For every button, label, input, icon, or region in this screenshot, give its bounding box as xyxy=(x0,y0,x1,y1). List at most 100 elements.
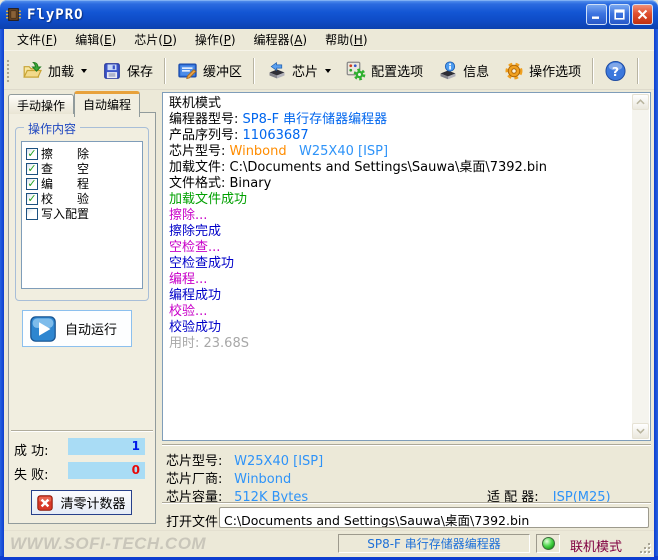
dropdown-caret-icon[interactable] xyxy=(81,69,87,73)
toolbar-button-label: 缓冲区 xyxy=(203,61,242,80)
groupbox-caption: 操作内容 xyxy=(24,120,80,137)
log-line: 校验... xyxy=(169,304,625,320)
log-line: 编程器型号: SP8-F 串行存储器编程器 xyxy=(169,112,625,128)
log-line: 空检查... xyxy=(169,240,625,256)
toolbar-button-label: 保存 xyxy=(127,61,153,80)
menu-item-edit[interactable]: 编辑(E) xyxy=(66,29,125,50)
log-line: 校验成功 xyxy=(169,320,625,336)
toolbar-button-info[interactable]: 信息 xyxy=(430,55,496,87)
scroll-up-icon[interactable] xyxy=(632,94,649,110)
auto-run-label: 自动运行 xyxy=(65,319,117,338)
success-label: 成 功: xyxy=(14,440,49,459)
app-chip-icon xyxy=(5,6,22,23)
toolbar-button-load[interactable]: 加载 xyxy=(15,55,94,87)
menu-bar: 文件(F)编辑(E)芯片(D)操作(P)编程器(A)帮助(H) xyxy=(4,29,654,51)
dropdown-caret-icon[interactable] xyxy=(325,69,331,73)
toolbar-button-label: 加载 xyxy=(48,61,74,80)
open-file-field[interactable]: C:\Documents and Settings\Sauwa\桌面\7392.… xyxy=(219,507,649,528)
checkbox-checked-icon[interactable]: ✓ xyxy=(26,163,38,175)
toolbar-button-config-options[interactable]: 配置选项 xyxy=(338,55,430,87)
chip-vendor-label: 芯片厂商: xyxy=(166,468,230,487)
log-line: 用时: 23.68S xyxy=(169,336,625,352)
menu-item-programmer[interactable]: 编程器(A) xyxy=(245,29,317,50)
help-icon: ? xyxy=(605,60,626,81)
chip-vendor-row: 芯片厂商: Winbond xyxy=(166,468,291,487)
log-line: 擦除完成 xyxy=(169,224,625,240)
operation-item-program[interactable]: ✓编 程 xyxy=(26,176,138,191)
floppy-icon xyxy=(101,60,122,81)
toolbar-button-help[interactable]: ? xyxy=(598,55,633,87)
chip-model-row: 芯片型号: W25X40 [ISP] xyxy=(166,450,323,469)
menu-item-chip[interactable]: 芯片(D) xyxy=(125,29,186,50)
log-line: 联机模式 xyxy=(169,96,625,112)
log-line: 文件格式: Binary xyxy=(169,176,625,192)
toolbar-separator xyxy=(164,58,166,84)
menu-item-file[interactable]: 文件(F) xyxy=(8,29,66,50)
toolbar-button-save[interactable]: 保存 xyxy=(94,55,160,87)
resize-grip[interactable] xyxy=(638,541,650,553)
log-scrollbar[interactable] xyxy=(632,94,649,439)
toolbar-separator xyxy=(592,58,594,84)
log-line: 编程... xyxy=(169,272,625,288)
success-count-field: 1 xyxy=(68,438,145,455)
toolbar-separator xyxy=(253,58,255,84)
operation-content-groupbox: 操作内容 ✓擦 除✓查 空✓编 程✓校 验写入配置 xyxy=(15,127,149,301)
buffer-icon xyxy=(177,60,198,81)
tab-auto-programming[interactable]: 自动编程 xyxy=(74,91,140,117)
svg-text:?: ? xyxy=(612,63,619,78)
scroll-down-icon[interactable] xyxy=(632,423,649,439)
programmer-status-text: SP8-F 串行存储器编程器 xyxy=(367,535,501,552)
clear-counter-button[interactable]: 清零计数器 xyxy=(31,490,132,515)
toolbar-button-label: 芯片 xyxy=(292,61,318,80)
log-line: 擦除... xyxy=(169,208,625,224)
tab-manual-operation[interactable]: 手动操作 xyxy=(8,94,74,114)
toolbar-button-buffer[interactable]: 缓冲区 xyxy=(170,55,249,87)
operation-item-write-config[interactable]: 写入配置 xyxy=(26,206,138,221)
toolbar-button-label: 配置选项 xyxy=(371,61,423,80)
connection-led-box xyxy=(536,534,560,553)
connection-mode-text: 联机模式 xyxy=(570,536,622,555)
checkbox-checked-icon[interactable]: ✓ xyxy=(26,193,38,205)
log-line: 产品序列号: 11063687 xyxy=(169,128,625,144)
chip-info-icon xyxy=(437,60,458,81)
log-line: 加载文件成功 xyxy=(169,192,625,208)
chip-model-label: 芯片型号: xyxy=(166,450,230,469)
auto-run-button[interactable]: 自动运行 xyxy=(22,310,132,347)
green-led-icon xyxy=(542,537,555,550)
close-icon[interactable] xyxy=(632,4,653,25)
toolbar-button-chip[interactable]: 芯片 xyxy=(259,55,338,87)
maximize-button[interactable] xyxy=(609,4,630,25)
toolbar-button-label: 操作选项 xyxy=(529,61,581,80)
checkbox-checked-icon[interactable]: ✓ xyxy=(26,148,38,160)
menu-item-operation[interactable]: 操作(P) xyxy=(186,29,245,50)
operation-item-erase[interactable]: ✓擦 除 xyxy=(26,146,138,161)
window-frame-right xyxy=(654,29,658,556)
log-line: 编程成功 xyxy=(169,288,625,304)
log-line: 加载文件: C:\Documents and Settings\Sauwa\桌面… xyxy=(169,160,625,176)
divider xyxy=(162,502,651,504)
operation-checkbox-list: ✓擦 除✓查 空✓编 程✓校 验写入配置 xyxy=(21,141,143,289)
log-line: 空检查成功 xyxy=(169,256,625,272)
programmer-status-panel: SP8-F 串行存储器编程器 xyxy=(338,534,530,553)
checkbox-checked-icon[interactable]: ✓ xyxy=(26,178,38,190)
toolbar-button-label: 信息 xyxy=(463,61,489,80)
orange-gear-icon xyxy=(503,60,524,81)
chip-model-value: W25X40 [ISP] xyxy=(234,454,323,469)
menu-item-help[interactable]: 帮助(H) xyxy=(316,29,376,50)
toolbar-separator xyxy=(637,58,639,84)
operation-item-verify[interactable]: ✓校 验 xyxy=(26,191,138,206)
log-line: 芯片型号: Winbond W25X40 [ISP] xyxy=(169,144,625,160)
play-icon xyxy=(30,316,56,342)
chip-icon xyxy=(266,60,287,81)
config-gear-icon xyxy=(345,60,366,81)
watermark-text: WWW.SOFI-TECH.COM xyxy=(10,534,206,554)
operation-item-blank-check[interactable]: ✓查 空 xyxy=(26,161,138,176)
window-title: FlyPRO xyxy=(27,7,584,23)
minimize-button[interactable] xyxy=(586,4,607,25)
divider xyxy=(11,430,153,432)
red-x-icon xyxy=(37,495,53,511)
checkbox-unchecked-icon[interactable] xyxy=(26,208,38,220)
toolbar-grip[interactable] xyxy=(6,59,10,83)
fail-label: 失 败: xyxy=(14,464,49,483)
toolbar-button-operation-options[interactable]: 操作选项 xyxy=(496,55,588,87)
